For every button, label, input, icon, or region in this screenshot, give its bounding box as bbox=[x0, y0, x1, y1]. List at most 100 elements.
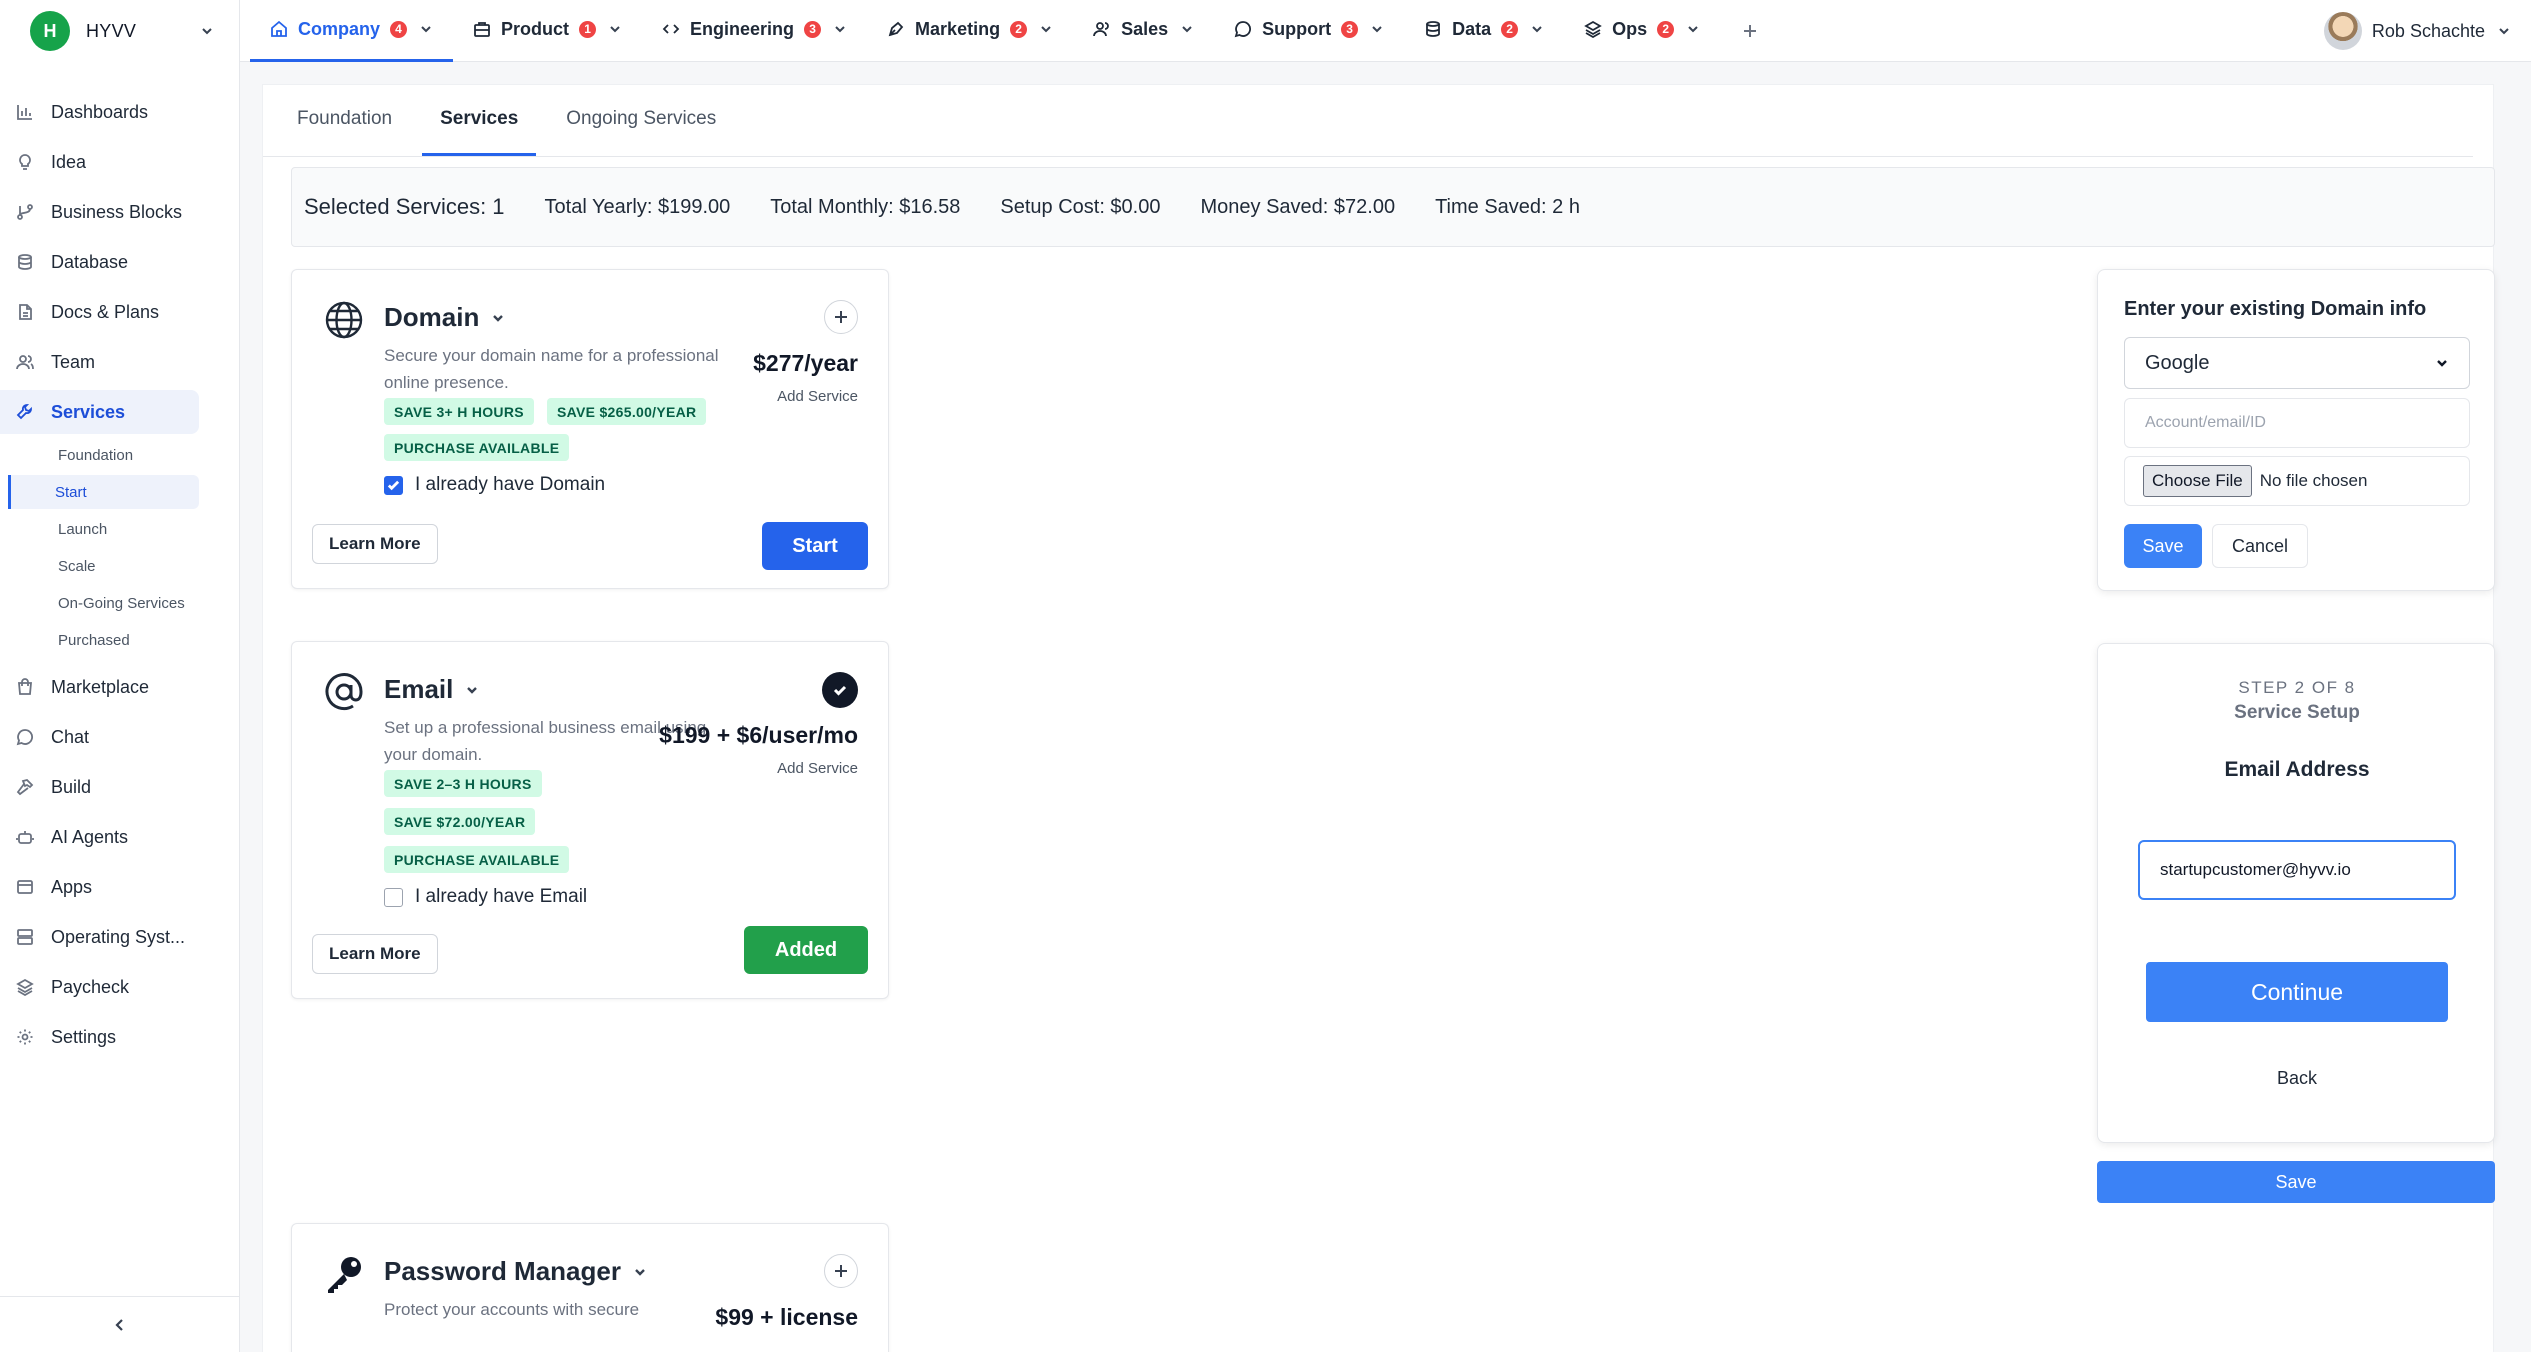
subtab-foundation[interactable]: Foundation bbox=[279, 84, 410, 156]
user-menu[interactable]: Rob Schachte bbox=[2323, 0, 2511, 62]
service-title[interactable]: Password Manager bbox=[384, 1256, 647, 1287]
subnav-purchased[interactable]: Purchased bbox=[8, 623, 199, 657]
subnav-launch[interactable]: Launch bbox=[8, 512, 199, 546]
notification-badge: 3 bbox=[804, 20, 822, 38]
sidebar-item-settings[interactable]: Settings bbox=[0, 1015, 199, 1059]
sidebar-item-docs-plans[interactable]: Docs & Plans bbox=[0, 290, 199, 334]
add-service-button[interactable] bbox=[824, 1254, 858, 1288]
tab-label: Sales bbox=[1121, 18, 1169, 39]
already-have-domain-checkbox[interactable]: I already have Domain bbox=[384, 474, 605, 496]
server-icon bbox=[17, 929, 33, 945]
learn-more-button[interactable]: Learn More bbox=[312, 524, 438, 564]
user-name: Rob Schachte bbox=[2371, 20, 2485, 41]
plus-icon bbox=[835, 1265, 847, 1277]
sidebar: H HYVV Dashboards Idea Business Blocks D… bbox=[0, 0, 240, 1352]
sidebar-item-label: Apps bbox=[51, 876, 93, 897]
service-added-indicator[interactable] bbox=[822, 672, 858, 708]
notification-badge: 2 bbox=[1010, 20, 1028, 38]
avatar bbox=[2323, 12, 2362, 50]
sidebar-item-database[interactable]: Database bbox=[0, 240, 199, 284]
checkbox-unchecked[interactable] bbox=[384, 887, 403, 907]
key-icon bbox=[328, 1257, 361, 1293]
already-have-email-checkbox[interactable]: I already have Email bbox=[384, 886, 587, 908]
service-price: $277/year bbox=[753, 350, 858, 376]
account-id-input[interactable] bbox=[2124, 398, 2470, 448]
add-service-link[interactable]: Add Service bbox=[777, 388, 858, 405]
chevron-down-icon bbox=[835, 26, 845, 33]
sidebar-item-dashboards[interactable]: Dashboards bbox=[0, 90, 199, 134]
sidebar-item-apps[interactable]: Apps bbox=[0, 865, 199, 909]
service-title[interactable]: Domain bbox=[384, 302, 505, 333]
sidebar-item-operating-system[interactable]: Operating Syst... bbox=[0, 915, 199, 959]
subnav-start[interactable]: Start bbox=[8, 475, 199, 509]
service-title-text: Password Manager bbox=[384, 1256, 621, 1286]
tab-label: Marketing bbox=[915, 18, 1001, 39]
workspace-switcher[interactable]: H HYVV bbox=[0, 0, 239, 62]
email-address-input[interactable] bbox=[2138, 840, 2456, 900]
cancel-button[interactable]: Cancel bbox=[2212, 524, 2308, 568]
tab-label: Product bbox=[501, 18, 570, 39]
sidebar-item-marketplace[interactable]: Marketplace bbox=[0, 665, 199, 709]
savings-pill: SAVE $72.00/YEAR bbox=[384, 808, 536, 835]
purchase-available-pill: PURCHASE AVAILABLE bbox=[384, 846, 570, 873]
added-button[interactable]: Added bbox=[744, 926, 868, 974]
tab-company[interactable]: Company 4 bbox=[250, 0, 454, 62]
tab-ops[interactable]: Ops 2 bbox=[1564, 0, 1720, 62]
chevron-down-icon bbox=[2499, 28, 2509, 35]
code-icon bbox=[662, 24, 680, 34]
sidebar-item-team[interactable]: Team bbox=[0, 340, 199, 384]
choose-file-button[interactable]: Choose File bbox=[2143, 465, 2252, 497]
subnav-foundation[interactable]: Foundation bbox=[8, 438, 199, 472]
chevron-down-icon bbox=[1182, 26, 1192, 33]
sidebar-item-build[interactable]: Build bbox=[0, 765, 199, 809]
chevron-down-icon bbox=[635, 1268, 645, 1276]
sidebar-item-idea[interactable]: Idea bbox=[0, 140, 199, 184]
tab-label: Company bbox=[298, 18, 381, 39]
subnav-ongoing-services[interactable]: On-Going Services bbox=[8, 586, 199, 620]
subnav-scale[interactable]: Scale bbox=[8, 549, 199, 583]
collapse-sidebar-button[interactable] bbox=[0, 1296, 240, 1352]
checkbox-checked[interactable] bbox=[384, 475, 403, 495]
tab-support[interactable]: Support 3 bbox=[1214, 0, 1404, 62]
add-tab-plus-icon[interactable] bbox=[1740, 21, 1760, 41]
subtab-ongoing-services[interactable]: Ongoing Services bbox=[548, 84, 734, 156]
home-icon bbox=[271, 20, 287, 37]
continue-button[interactable]: Continue bbox=[2146, 962, 2448, 1022]
service-card-email: Email Set up a professional business ema… bbox=[291, 641, 889, 999]
tab-data[interactable]: Data 2 bbox=[1404, 0, 1564, 62]
save-setup-button[interactable]: Save bbox=[2097, 1161, 2495, 1203]
domain-provider-select[interactable]: Google bbox=[2124, 337, 2470, 389]
subtab-services[interactable]: Services bbox=[422, 84, 537, 156]
check-icon bbox=[387, 480, 400, 490]
chevron-down-icon bbox=[610, 26, 620, 33]
git-branch-icon bbox=[17, 204, 33, 220]
sidebar-item-paycheck[interactable]: Paycheck bbox=[0, 965, 199, 1009]
back-link[interactable]: Back bbox=[2098, 1068, 2496, 1089]
tab-sales[interactable]: Sales bbox=[1073, 0, 1214, 62]
sidebar-item-label: Operating Syst... bbox=[51, 926, 186, 947]
add-service-button[interactable] bbox=[824, 300, 858, 334]
tab-marketing[interactable]: Marketing 2 bbox=[867, 0, 1073, 62]
services-summary-bar: Selected Services: 1 Total Yearly: $199.… bbox=[291, 167, 2495, 247]
notification-badge: 3 bbox=[1341, 20, 1359, 38]
tab-product[interactable]: Product 1 bbox=[453, 0, 642, 62]
purchase-available-pill: PURCHASE AVAILABLE bbox=[384, 434, 570, 461]
tab-engineering[interactable]: Engineering 3 bbox=[642, 0, 867, 62]
start-button[interactable]: Start bbox=[762, 522, 868, 570]
save-button[interactable]: Save bbox=[2124, 524, 2202, 568]
at-sign-icon bbox=[325, 673, 363, 711]
add-service-link[interactable]: Add Service bbox=[777, 760, 858, 777]
notification-badge: 1 bbox=[579, 20, 597, 38]
sidebar-item-chat[interactable]: Chat bbox=[0, 715, 199, 759]
sidebar-item-services[interactable]: Services bbox=[0, 390, 199, 434]
setup-cost: Setup Cost: $0.00 bbox=[1000, 195, 1161, 218]
sidebar-item-business-blocks[interactable]: Business Blocks bbox=[0, 190, 199, 234]
sidebar-item-label: Settings bbox=[51, 1026, 117, 1047]
robot-icon bbox=[16, 831, 34, 844]
learn-more-button[interactable]: Learn More bbox=[312, 934, 438, 974]
service-title[interactable]: Email bbox=[384, 674, 479, 705]
setup-heading: Service Setup bbox=[2234, 702, 2360, 723]
total-monthly: Total Monthly: $16.58 bbox=[770, 195, 961, 218]
sidebar-item-ai-agents[interactable]: AI Agents bbox=[0, 815, 199, 859]
chevron-down-icon bbox=[493, 314, 504, 322]
